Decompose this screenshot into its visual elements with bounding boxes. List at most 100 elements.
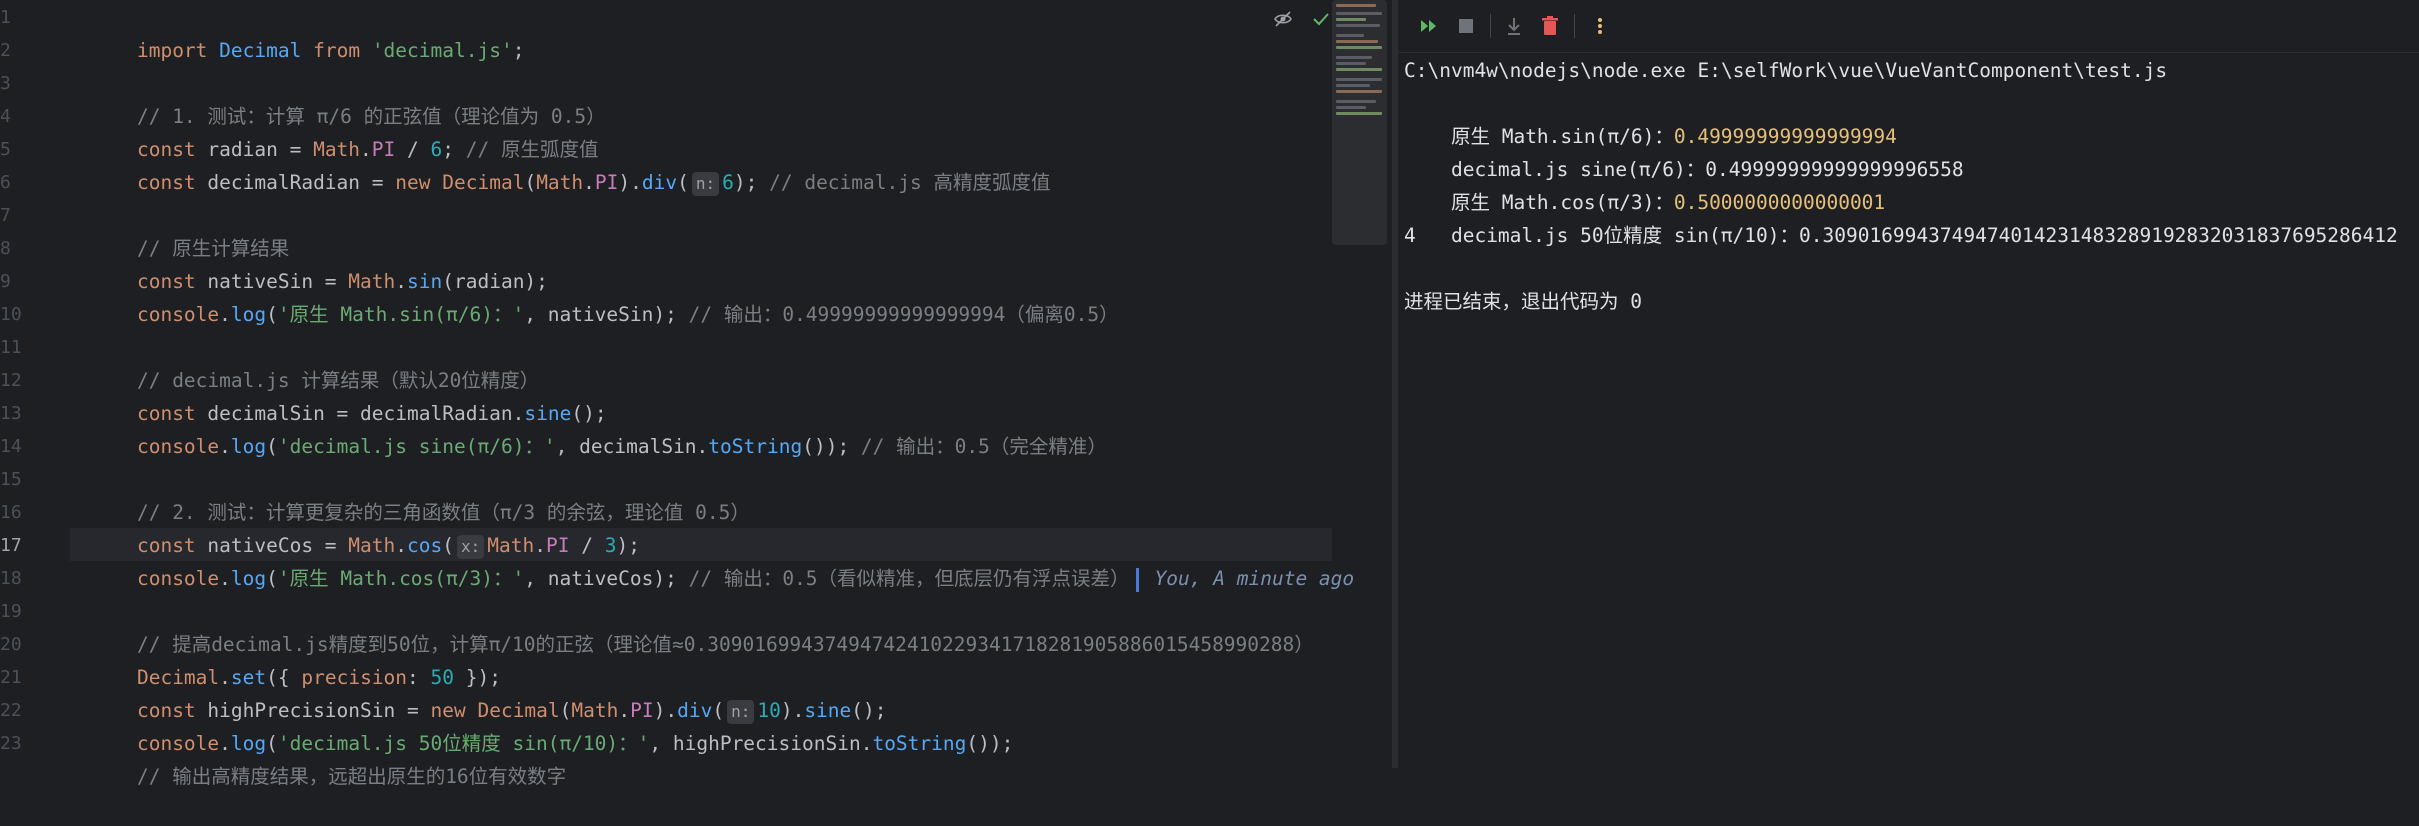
minimap-row bbox=[1336, 4, 1376, 7]
stop-icon[interactable] bbox=[1454, 14, 1478, 38]
minimap-row bbox=[1336, 12, 1382, 15]
clear-trash-icon[interactable] bbox=[1538, 14, 1562, 38]
code-line-7[interactable]: // 原生计算结果 bbox=[90, 199, 289, 260]
token-punct: ; bbox=[512, 39, 525, 62]
line-number: 20 bbox=[0, 634, 22, 655]
console-output-line: 原生 Math.cos(π/3)：0.5000000000000001 bbox=[1404, 153, 1885, 214]
line-number: 16 bbox=[0, 502, 22, 523]
token-text: , highPrecisionSin. bbox=[649, 732, 873, 755]
line-number: 15 bbox=[0, 469, 22, 490]
token-punct: ). bbox=[618, 171, 642, 194]
code-line-19[interactable]: // 提高decimal.js精度到50位，计算π/10的正弦（理论值≈0.30… bbox=[90, 595, 1314, 656]
minimap-row bbox=[1336, 68, 1382, 71]
token-string: '原生 Math.cos(π/3)：' bbox=[277, 567, 525, 590]
console-toolbar bbox=[1398, 0, 2419, 53]
code-line-1[interactable]: import Decimal from 'decimal.js'; bbox=[90, 1, 524, 62]
token-punct: ); bbox=[733, 171, 770, 194]
toolbar-divider bbox=[1490, 14, 1491, 38]
code-line-16[interactable]: const nativeCos = Math.cos(x: Math.PI / 3… bbox=[90, 496, 640, 559]
token-punct: . bbox=[219, 303, 231, 326]
token-method: log bbox=[230, 567, 267, 590]
code-line-23[interactable]: // 输出高精度结果，远超出原生的16位有效数字 bbox=[90, 727, 566, 788]
line-number: 10 bbox=[0, 304, 22, 325]
editor-inspection-widget bbox=[1272, 8, 1332, 30]
minimap-row bbox=[1336, 106, 1366, 109]
token-text: , nativeSin); bbox=[524, 303, 689, 326]
token-method: log bbox=[230, 303, 267, 326]
token-punct: . bbox=[583, 171, 595, 194]
token-method: log bbox=[230, 435, 267, 458]
token-punct: ()); bbox=[966, 732, 1014, 755]
console-exit-message: 进程已结束，退出代码为 0 bbox=[1404, 290, 1642, 313]
token-text: decimalRadian = bbox=[195, 171, 396, 194]
rerun-icon[interactable] bbox=[1418, 14, 1442, 38]
code-line-3[interactable]: // 1. 测试：计算 π/6 的正弦值（理论值为 0.5） bbox=[90, 67, 606, 128]
minimap-row bbox=[1336, 46, 1382, 49]
scroll-to-end-icon[interactable] bbox=[1502, 14, 1526, 38]
code-line-21[interactable]: const highPrecisionSin = new Decimal(Mat… bbox=[90, 661, 887, 724]
token-punct: ()); bbox=[802, 435, 861, 458]
line-number: 4 bbox=[0, 106, 11, 127]
token-punct: ( bbox=[266, 435, 278, 458]
minimap-row bbox=[1336, 56, 1372, 59]
code-minimap[interactable] bbox=[1332, 0, 1387, 245]
token-object: console bbox=[136, 303, 220, 326]
minimap-row bbox=[1336, 34, 1364, 37]
git-blame-annotation[interactable]: You, A minute ago bbox=[1155, 567, 1355, 590]
line-number: 14 bbox=[0, 436, 22, 457]
line-number: 18 bbox=[0, 568, 22, 589]
token-comment: // 输出高精度结果，远超出原生的16位有效数字 bbox=[136, 765, 567, 788]
code-line-22[interactable]: console.log('decimal.js 50位精度 sin(π/10)：… bbox=[90, 694, 1013, 755]
line-number: 1 bbox=[0, 7, 11, 28]
line-number: 19 bbox=[0, 601, 22, 622]
minimap-row bbox=[1336, 62, 1366, 65]
console-output-line: 原生 Math.sin(π/6)：0.49999999999999994 bbox=[1404, 87, 1897, 148]
line-number: 22 bbox=[0, 700, 22, 721]
code-line-12[interactable]: const decimalSin = decimalRadian.sine(); bbox=[90, 364, 607, 425]
code-line-4[interactable]: const radian = Math.PI / 6; // 原生弧度值 bbox=[90, 100, 599, 161]
token-class: Decimal bbox=[442, 171, 525, 194]
token-comment: // 输出：0.5（完全精准） bbox=[860, 435, 1107, 458]
line-number: 7 bbox=[0, 205, 11, 226]
code-line-5[interactable]: const decimalRadian = new Decimal(Math.P… bbox=[90, 133, 1050, 196]
output-value: 0.30901699437494740142314832891928320318… bbox=[1799, 224, 2398, 247]
token-method: toString bbox=[872, 732, 967, 755]
token-method: toString bbox=[708, 435, 803, 458]
code-line-11[interactable]: // decimal.js 计算结果（默认20位精度） bbox=[90, 331, 539, 392]
minimap-row bbox=[1336, 18, 1366, 21]
token-number: 6 bbox=[722, 171, 734, 194]
code-line-17[interactable]: console.log('原生 Math.cos(π/3)：', nativeC… bbox=[90, 529, 1354, 592]
line-number: 9 bbox=[0, 271, 11, 292]
checkmark-icon[interactable] bbox=[1310, 8, 1332, 30]
token-string: 'decimal.js' bbox=[371, 39, 513, 62]
token-punct: ( bbox=[266, 303, 278, 326]
code-editor[interactable]: 1 2 3 4 5 6 7 8 9 10 11 12 13 14 15 16 1… bbox=[0, 0, 1392, 788]
code-line-9[interactable]: console.log('原生 Math.sin(π/6)：', nativeS… bbox=[90, 265, 1119, 326]
code-line-13[interactable]: console.log('decimal.js sine(π/6)：', dec… bbox=[90, 397, 1107, 458]
token-object: console bbox=[136, 435, 220, 458]
minimap-row bbox=[1336, 100, 1376, 103]
token-object: console bbox=[136, 567, 220, 590]
code-line-8[interactable]: const nativeSin = Math.sin(radian); bbox=[90, 232, 548, 293]
run-console-panel[interactable]: C:\nvm4w\nodejs\node.exe E:\selfWork\vue… bbox=[1398, 0, 2419, 768]
more-options-icon[interactable] bbox=[1588, 14, 1612, 38]
token-text: , nativeCos); bbox=[524, 567, 689, 590]
line-number-active: 17 bbox=[0, 535, 22, 556]
line-number: 12 bbox=[0, 370, 22, 391]
minimap-row bbox=[1336, 84, 1370, 87]
token-string: 'decimal.js sine(π/6)：' bbox=[277, 435, 556, 458]
console-output-line: decimal.js 50位精度 sin(π/10)：0.30901699437… bbox=[1404, 186, 2398, 247]
line-number: 3 bbox=[0, 73, 11, 94]
parameter-hint: n: bbox=[691, 172, 720, 196]
token-string: '原生 Math.sin(π/6)：' bbox=[277, 303, 525, 326]
token-punct: ( bbox=[266, 567, 278, 590]
token-method: div bbox=[641, 171, 678, 194]
code-line-20[interactable]: Decimal.set({ precision: 50 }); bbox=[90, 628, 501, 689]
eye-slash-icon[interactable] bbox=[1272, 8, 1294, 30]
code-line-15[interactable]: // 2. 测试：计算更复杂的三角函数值（π/3 的余弦，理论值 0.5） bbox=[90, 463, 750, 524]
token-comment: // decimal.js 高精度弧度值 bbox=[769, 171, 1051, 194]
token-keyword: from bbox=[313, 39, 361, 62]
token-const: PI bbox=[594, 171, 619, 194]
line-number: 23 bbox=[0, 733, 22, 754]
minimap-row bbox=[1336, 90, 1382, 93]
